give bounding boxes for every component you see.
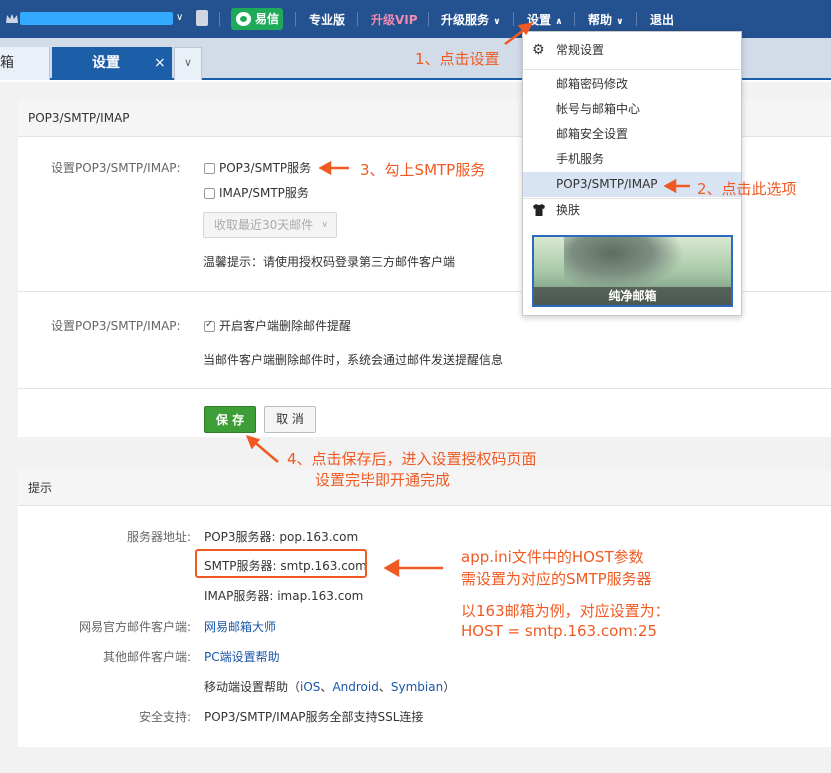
annotation-note-line4: HOST = smtp.163.com:25 — [461, 622, 658, 640]
arrowhead-step2 — [663, 178, 677, 194]
annotation-arrows — [245, 22, 690, 578]
arrowhead-note — [383, 558, 400, 578]
arrowhead-step3 — [318, 160, 332, 176]
annotation-note-line1: app.ini文件中的HOST参数 — [461, 548, 644, 566]
annotation-step3: 3、勾上SMTP服务 — [360, 161, 486, 179]
annotation-note-line3: 以163邮箱为例，对应设置为： — [461, 602, 670, 620]
annotation-note-line2: 需设置为对应的SMTP服务器 — [461, 570, 652, 588]
arrowhead-step4 — [245, 435, 261, 450]
annotation-step2: 2、点击此选项 — [697, 180, 797, 198]
annotation-step4-line2: 设置完毕即开通完成 — [315, 471, 451, 489]
annotation-step4-line1: 4、点击保存后，进入设置授权码页面 — [287, 450, 537, 468]
